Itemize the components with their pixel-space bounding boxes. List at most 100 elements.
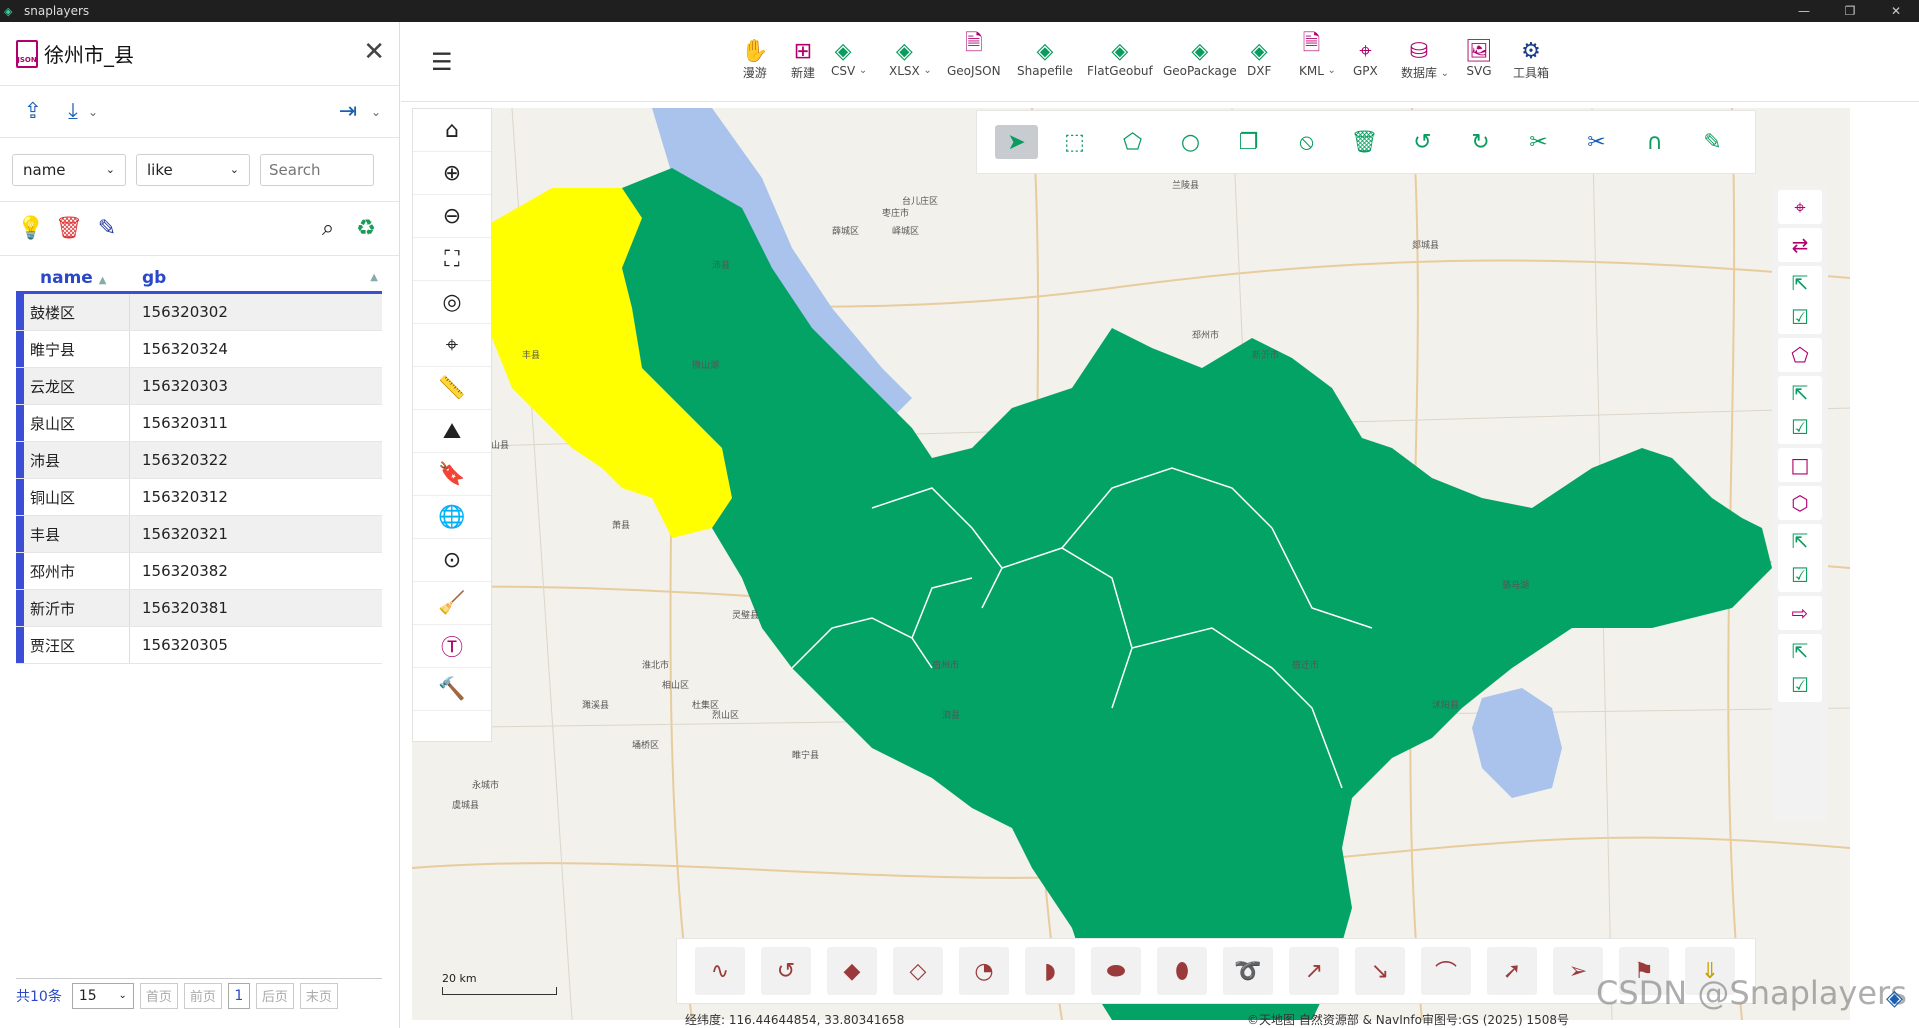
arc-icon[interactable]: ↺ <box>761 947 811 995</box>
diagonal-arrow-icon[interactable]: ↘ <box>1355 947 1405 995</box>
rhombus-icon[interactable]: ◇ <box>893 947 943 995</box>
maximize-button[interactable]: ❐ <box>1827 0 1873 22</box>
tool-数据库[interactable]: ⛁ 数据库 ⌄ <box>1401 36 1449 81</box>
tool-flatgeobuf[interactable]: ◈ FlatGeobuf <box>1087 36 1153 78</box>
undo-icon[interactable]: ⇱ <box>1778 634 1822 668</box>
chevron-down-icon[interactable]: ⌄ <box>88 105 98 119</box>
tool-gpx[interactable]: ⌖ GPX <box>1353 36 1378 78</box>
close-panel-button[interactable]: ✕ <box>363 38 385 66</box>
table-row[interactable]: 铜山区 156320312 <box>16 479 382 516</box>
unpin-icon[interactable]: ⦸ <box>1285 125 1328 159</box>
table-row[interactable]: 睢宁县 156320324 <box>16 331 382 368</box>
layers-icon[interactable]: ◈ <box>1886 986 1903 1011</box>
map-view[interactable]: 台儿庄区 枣庄市 薛城区 峄城区 沛县 丰县 砀山县 萧县 宿州市 淮北市 灵璧县 泗县 睢宁县 宿迁市沭… <box>412 108 1850 1020</box>
circle-select-icon[interactable]: ○ <box>1169 125 1212 159</box>
edit-shape-icon[interactable]: ✎ <box>1691 125 1734 159</box>
check-icon[interactable]: ☑ <box>1778 668 1822 702</box>
share-icon[interactable]: ⇄ <box>1778 228 1822 262</box>
chevron-down-icon[interactable]: ⌄ <box>371 105 381 119</box>
rotate-ccw-icon[interactable]: ↺ <box>1401 125 1444 159</box>
cut-icon[interactable]: ✂ <box>1575 125 1618 159</box>
column-header-name[interactable]: name ▲ <box>16 268 128 288</box>
first-page-button[interactable]: 首页 <box>139 982 178 1009</box>
tool-geojson[interactable]: 🗎 GeoJSON <box>947 31 1001 78</box>
rotate-cw-icon[interactable]: ↻ <box>1459 125 1502 159</box>
tool-漫游[interactable]: ✋ 漫游 <box>741 36 768 81</box>
table-row[interactable]: 贾汪区 156320305 <box>16 627 382 664</box>
curved-arrow-icon[interactable]: ➚ <box>1487 947 1537 995</box>
select-arrow-icon[interactable]: ➤ <box>995 125 1038 159</box>
map-pin-icon[interactable]: ⌖ <box>413 324 491 367</box>
tool-csv[interactable]: ◈ CSV ⌄ <box>831 36 867 78</box>
close-window-button[interactable]: ✕ <box>1873 0 1919 22</box>
half-circle-icon[interactable]: ◗ <box>1025 947 1075 995</box>
polygon-select-icon[interactable]: ⬠ <box>1111 125 1154 159</box>
export-arrow-icon[interactable]: ⇥ <box>333 97 363 127</box>
table-row[interactable]: 邳州市 156320382 <box>16 553 382 590</box>
page-size-select[interactable]: 15 ⌄ <box>71 982 134 1009</box>
arch-icon[interactable]: ∩ <box>1633 125 1676 159</box>
tool-xlsx[interactable]: ◈ XLSX ⌄ <box>889 36 932 78</box>
globe-icon[interactable]: 🌐 <box>413 496 491 539</box>
curl-icon[interactable]: ➰ <box>1223 947 1273 995</box>
bookmark-icon[interactable]: 🔖 <box>413 453 491 496</box>
zoom-in-icon[interactable]: ⊕ <box>413 152 491 195</box>
sector-icon[interactable]: ◔ <box>959 947 1009 995</box>
hammer-icon[interactable]: 🔨 <box>413 668 491 711</box>
table-row[interactable]: 丰县 156320321 <box>16 516 382 553</box>
recycle-icon[interactable]: ♻ <box>351 214 381 244</box>
undo-icon[interactable]: ⇱ <box>1778 266 1822 300</box>
full-extent-icon[interactable]: ⛶ <box>413 238 491 281</box>
diamond-icon[interactable]: ◆ <box>827 947 877 995</box>
map-pin-icon[interactable]: ⌖ <box>1778 190 1822 224</box>
column-header-gb[interactable]: gb <box>128 268 370 288</box>
sort-arrow-icon[interactable]: ▲ <box>370 272 378 283</box>
undo-icon[interactable]: ⇱ <box>1778 376 1822 410</box>
last-page-button[interactable]: 末页 <box>299 982 338 1009</box>
target-icon[interactable]: ◎ <box>413 281 491 324</box>
area-measure-icon[interactable]: ⛰ <box>413 410 491 453</box>
copy-icon[interactable]: ❐ <box>1227 125 1270 159</box>
arrow-right-icon[interactable]: ⇨ <box>1778 596 1822 630</box>
delete-icon[interactable]: 🗑 <box>1343 125 1386 159</box>
chevron-down-icon[interactable]: ⌄ <box>923 65 931 76</box>
text-tool-icon[interactable]: Ⓣ <box>413 625 491 668</box>
clear-brush-icon[interactable]: 🧹 <box>413 582 491 625</box>
undo-icon[interactable]: ⇱ <box>1778 524 1822 558</box>
freehand-line-icon[interactable]: ∿ <box>695 947 745 995</box>
table-row[interactable]: 泉山区 156320311 <box>16 405 382 442</box>
check-icon[interactable]: ☑ <box>1778 300 1822 334</box>
check-icon[interactable]: ☑ <box>1778 410 1822 444</box>
minimize-button[interactable]: — <box>1781 0 1827 22</box>
tool-新建[interactable]: ⊞ 新建 <box>791 36 815 81</box>
field-select[interactable]: name ⌄ <box>12 153 126 186</box>
search-input[interactable] <box>260 153 374 186</box>
current-page[interactable]: 1 <box>227 982 250 1009</box>
download-icon[interactable]: ⤓ <box>58 97 88 127</box>
locate-icon[interactable]: ⊙ <box>413 539 491 582</box>
check-icon[interactable]: ☑ <box>1778 558 1822 592</box>
search-icon[interactable]: ⌕ <box>313 214 343 244</box>
menu-toggle-icon[interactable]: ☰ <box>431 48 453 76</box>
tool-kml[interactable]: 🗎 KML ⌄ <box>1299 31 1336 78</box>
tool-工具箱[interactable]: ⚙ 工具箱 <box>1513 36 1549 81</box>
operator-select[interactable]: like ⌄ <box>136 153 250 186</box>
next-page-button[interactable]: 后页 <box>255 982 294 1009</box>
home-icon[interactable]: ⌂ <box>413 109 491 152</box>
hexagon-icon[interactable]: ⬡ <box>1778 486 1822 520</box>
edit-icon[interactable]: ✎ <box>92 214 122 244</box>
curved-shape-icon[interactable]: ⌒ <box>1421 947 1471 995</box>
chevron-down-icon[interactable]: ⌄ <box>1328 65 1336 76</box>
rectangle-icon[interactable]: □ <box>1778 448 1822 482</box>
measure-icon[interactable]: 📏 <box>413 367 491 410</box>
lightbulb-icon[interactable]: 💡 <box>16 214 46 244</box>
chevron-down-icon[interactable]: ⌄ <box>859 65 867 76</box>
chevron-down-icon[interactable]: ⌄ <box>1441 68 1449 79</box>
table-row[interactable]: 新沂市 156320381 <box>16 590 382 627</box>
table-row[interactable]: 沛县 156320322 <box>16 442 382 479</box>
polygon-icon[interactable]: ⬠ <box>1778 338 1822 372</box>
upload-icon[interactable]: ⇪ <box>18 97 48 127</box>
ellipse-icon[interactable]: ⬬ <box>1091 947 1141 995</box>
rect-select-icon[interactable]: ⬚ <box>1053 125 1096 159</box>
table-row[interactable]: 云龙区 156320303 <box>16 368 382 405</box>
